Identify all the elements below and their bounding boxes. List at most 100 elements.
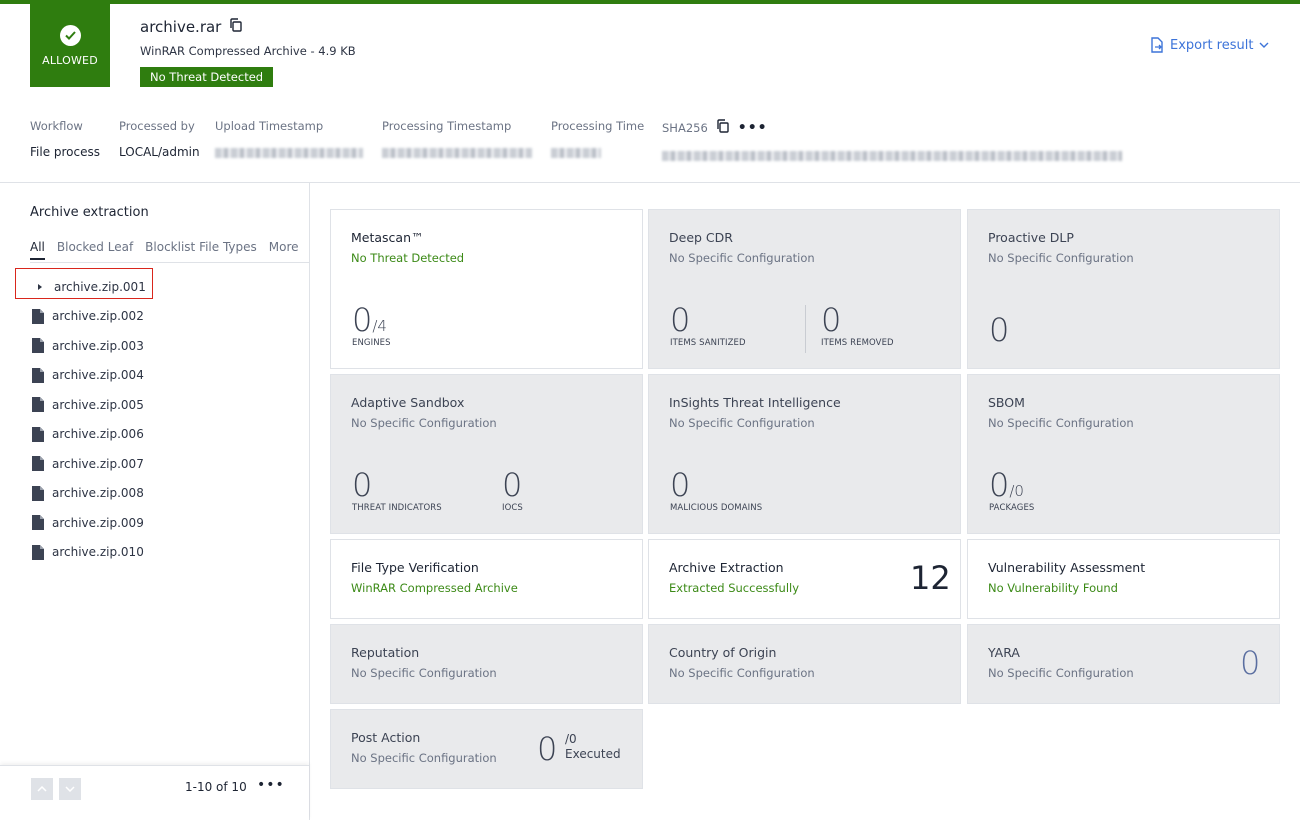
card-title: SBOM [988, 395, 1025, 410]
meta-upload-timestamp: Upload Timestamp [215, 119, 363, 161]
post-action-executed-label: Executed [565, 747, 621, 761]
card-title: Adaptive Sandbox [351, 395, 465, 410]
copy-sha-icon[interactable] [716, 119, 730, 136]
card-status: No Vulnerability Found [988, 581, 1118, 595]
card-yara[interactable]: YARA No Specific Configuration 0 [967, 624, 1280, 704]
meta-sha256: SHA256 ••• [662, 119, 1122, 164]
archive-tree: archive.zip.001 archive.zip.002 archive.… [30, 272, 290, 567]
card-sbom[interactable]: SBOM No Specific Configuration 0/0 PACKA… [967, 374, 1280, 534]
page-up-button[interactable] [31, 778, 53, 800]
card-archive-extraction[interactable]: Archive Extraction Extracted Successfull… [648, 539, 961, 619]
tree-item-label: archive.zip.004 [52, 368, 144, 383]
tree-item-label: archive.zip.002 [52, 309, 144, 324]
sidebar-tabs: All Blocked Leaf Blocklist File Types Mo… [30, 240, 299, 260]
card-title: Deep CDR [669, 230, 733, 245]
card-title: Vulnerability Assessment [988, 560, 1146, 575]
file-icon [32, 397, 44, 413]
tree-item[interactable]: archive.zip.008 [30, 479, 290, 509]
card-proactive-dlp[interactable]: Proactive DLP No Specific Configuration … [967, 209, 1280, 369]
card-post-action[interactable]: Post Action No Specific Configuration 0 … [330, 709, 643, 789]
packages-caption: PACKAGES [989, 503, 1035, 513]
card-country-of-origin[interactable]: Country of Origin No Specific Configurat… [648, 624, 961, 704]
meta-processed-by: Processed by LOCAL/admin [119, 119, 200, 161]
tree-item[interactable]: archive.zip.007 [30, 449, 290, 479]
card-title: Archive Extraction [669, 560, 784, 575]
file-icon [32, 485, 44, 501]
check-circle-icon [59, 24, 81, 46]
card-status: No Specific Configuration [351, 416, 497, 430]
meta-workflow: Workflow File process [30, 119, 100, 161]
export-label: Export result [1170, 37, 1254, 53]
card-reputation[interactable]: Reputation No Specific Configuration [330, 624, 643, 704]
upload-timestamp-label: Upload Timestamp [215, 119, 324, 133]
header-divider [0, 182, 1300, 183]
workflow-value: File process [30, 145, 101, 159]
export-file-icon [1151, 37, 1163, 53]
tab-blocked-leaf[interactable]: Blocked Leaf [57, 240, 133, 260]
file-icon [32, 367, 44, 383]
sha256-label: SHA256 [662, 120, 708, 135]
engines-caption: ENGINES [352, 338, 391, 348]
tree-item[interactable]: archive.zip.009 [30, 508, 290, 538]
panel-divider [309, 183, 310, 820]
caret-right-icon [38, 283, 42, 290]
tree-item[interactable]: archive.zip.003 [30, 331, 290, 361]
verdict-top-bar [0, 0, 1300, 4]
card-insights-threat-intelligence[interactable]: InSights Threat Intelligence No Specific… [648, 374, 961, 534]
tree-item[interactable]: archive.zip.004 [30, 361, 290, 391]
more-options-icon[interactable]: ••• [738, 120, 768, 136]
meta-processing-timestamp: Processing Timestamp [382, 119, 532, 161]
packages-total: /0 [1009, 482, 1024, 500]
verdict-tile: ALLOWED [30, 4, 110, 87]
tree-item[interactable]: archive.zip.001 [30, 272, 290, 302]
tab-more[interactable]: More [269, 240, 299, 260]
card-deep-cdr[interactable]: Deep CDR No Specific Configuration 0 ITE… [648, 209, 961, 369]
card-file-type-verification[interactable]: File Type Verification WinRAR Compressed… [330, 539, 643, 619]
threat-indicators-value: 0 [352, 466, 373, 504]
tab-all[interactable]: All [30, 240, 45, 260]
card-status: No Specific Configuration [669, 251, 815, 265]
card-vulnerability-assessment[interactable]: Vulnerability Assessment No Vulnerabilit… [967, 539, 1280, 619]
tree-item[interactable]: archive.zip.002 [30, 302, 290, 332]
file-icon [32, 308, 44, 324]
tree-item-label: archive.zip.010 [52, 545, 144, 560]
items-removed-value: 0 [821, 301, 842, 339]
extracted-count: 12 [910, 559, 951, 597]
card-status: No Specific Configuration [988, 416, 1134, 430]
card-status: WinRAR Compressed Archive [351, 581, 518, 595]
file-icon [32, 338, 44, 354]
card-adaptive-sandbox[interactable]: Adaptive Sandbox No Specific Configurati… [330, 374, 643, 534]
meta-processing-time: Processing Time [551, 119, 644, 161]
page-down-button[interactable] [59, 778, 81, 800]
file-type: WinRAR Compressed Archive - 4.9 KB [140, 44, 356, 58]
post-action-total: /0 [565, 732, 577, 746]
processing-time-label: Processing Time [551, 119, 645, 133]
tree-item-label: archive.zip.005 [52, 397, 144, 412]
card-status: No Specific Configuration [988, 666, 1134, 680]
copy-icon[interactable] [229, 18, 243, 36]
tree-item[interactable]: archive.zip.005 [30, 390, 290, 420]
packages-value: 0 [989, 466, 1010, 504]
file-icon [32, 544, 44, 560]
tree-item[interactable]: archive.zip.010 [30, 538, 290, 568]
redacted-processing-time [551, 148, 601, 158]
card-title: YARA [988, 645, 1020, 660]
tree-item-label: archive.zip.008 [52, 486, 144, 501]
redacted-processing-timestamp [382, 148, 532, 158]
card-metascan[interactable]: Metascan™ No Threat Detected 0/4 ENGINES [330, 209, 643, 369]
card-status: No Specific Configuration [669, 416, 815, 430]
status-badge: No Threat Detected [140, 67, 274, 87]
tree-item[interactable]: archive.zip.006 [30, 420, 290, 450]
pagination-bar: 1-10 of 10 ••• [0, 765, 309, 820]
processing-timestamp-label: Processing Timestamp [382, 119, 512, 133]
metric-separator [805, 305, 806, 353]
export-result-button[interactable]: Export result [1150, 37, 1269, 53]
post-action-value: 0 [537, 730, 558, 768]
tabs-underline [30, 262, 309, 263]
chevron-up-icon [37, 786, 47, 792]
card-status: Extracted Successfully [669, 581, 800, 595]
tab-blocklist-file-types[interactable]: Blocklist File Types [145, 240, 257, 260]
page-count: 1-10 of 10 [185, 780, 247, 794]
pager-more-icon[interactable]: ••• [257, 777, 285, 793]
processed-by-label: Processed by [119, 119, 195, 133]
